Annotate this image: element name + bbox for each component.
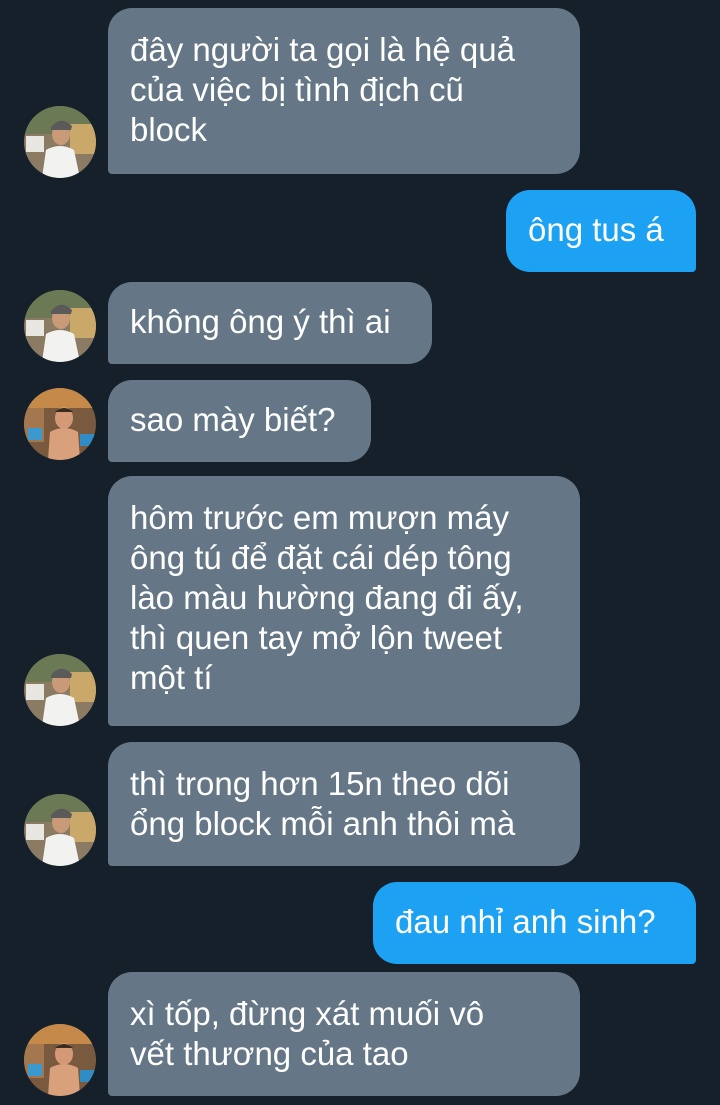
- message-bubble-received[interactable]: đây người ta gọi là hệ quả của việc bị t…: [108, 8, 580, 174]
- message-row: ông tus á: [0, 190, 720, 272]
- avatar-shirtless-man[interactable]: [24, 1024, 96, 1096]
- avatar-man-white-shirt-icon: [24, 290, 96, 362]
- avatar-man-white-shirt[interactable]: [24, 654, 96, 726]
- avatar-shirtless-man[interactable]: [24, 388, 96, 460]
- avatar-man-white-shirt[interactable]: [24, 290, 96, 362]
- message-bubble-received[interactable]: sao mày biết?: [108, 380, 371, 462]
- avatar-man-white-shirt-icon: [24, 794, 96, 866]
- message-row: không ông ý thì ai: [0, 282, 720, 364]
- message-bubble-received[interactable]: xì tốp, đừng xát muối vô vết thương của …: [108, 972, 580, 1096]
- message-row: đây người ta gọi là hệ quả của việc bị t…: [0, 8, 720, 178]
- message-bubble-sent[interactable]: đau nhỉ anh sinh?: [373, 882, 696, 964]
- message-row: đau nhỉ anh sinh?: [0, 882, 720, 964]
- message-row: hôm trước em mượn máy ông tú để đặt cái …: [0, 476, 720, 726]
- message-row: thì trong hơn 15n theo dõi ổng block mỗi…: [0, 742, 720, 866]
- message-bubble-received[interactable]: không ông ý thì ai: [108, 282, 432, 364]
- conversation-thread: đây người ta gọi là hệ quả của việc bị t…: [0, 0, 720, 1105]
- message-bubble-received[interactable]: thì trong hơn 15n theo dõi ổng block mỗi…: [108, 742, 580, 866]
- avatar-shirtless-man-icon: [24, 388, 96, 460]
- message-bubble-sent[interactable]: ông tus á: [506, 190, 696, 272]
- avatar-man-white-shirt-icon: [24, 654, 96, 726]
- avatar-man-white-shirt[interactable]: [24, 794, 96, 866]
- avatar-man-white-shirt-icon: [24, 106, 96, 178]
- message-row: xì tốp, đừng xát muối vô vết thương của …: [0, 972, 720, 1096]
- avatar-man-white-shirt[interactable]: [24, 106, 96, 178]
- message-row: sao mày biết?: [0, 380, 720, 462]
- message-bubble-received[interactable]: hôm trước em mượn máy ông tú để đặt cái …: [108, 476, 580, 726]
- avatar-shirtless-man-icon: [24, 1024, 96, 1096]
